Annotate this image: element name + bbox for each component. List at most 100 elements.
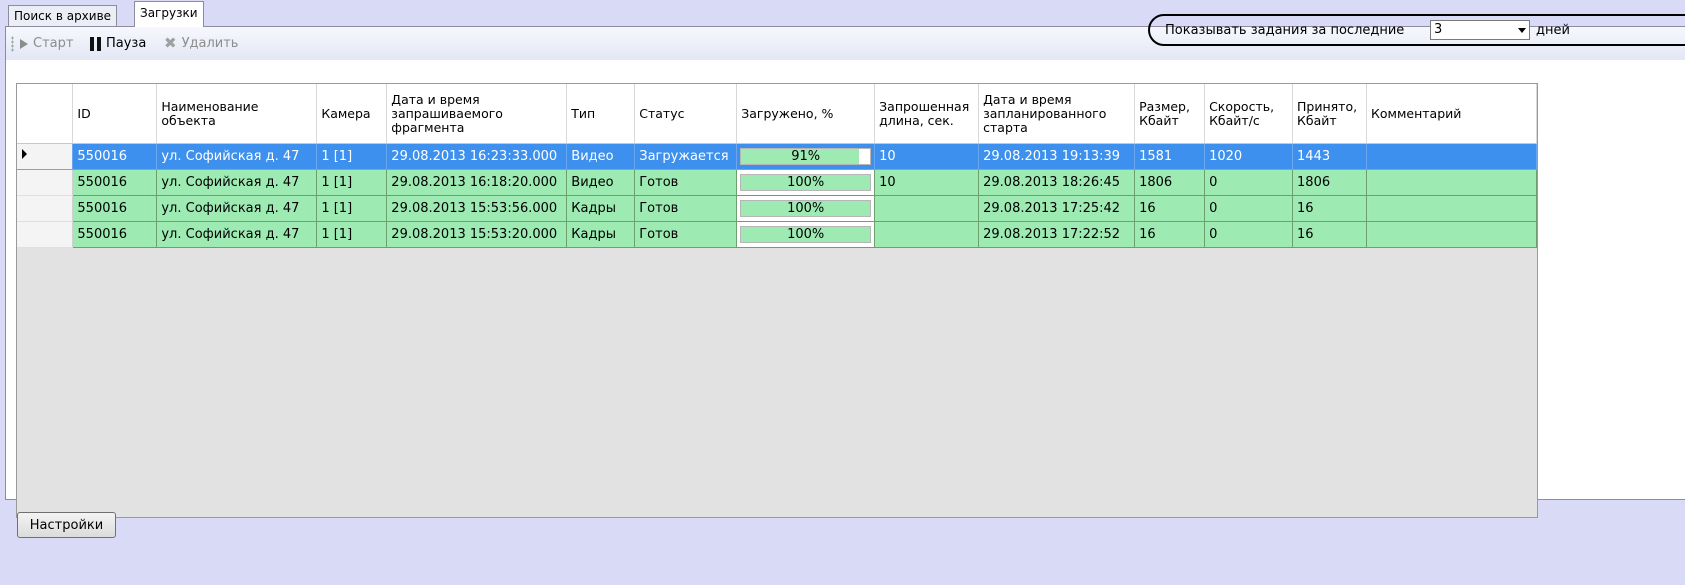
cell-type: Видео [566,169,636,196]
pause-label: Пауза [106,36,147,51]
cell-fragment-time: 29.08.2013 16:18:20.000 [386,169,568,196]
cell-speed: 1020 [1204,143,1294,170]
cell-length: 10 [874,169,980,196]
cell-object: ул. Софийская д. 47 [156,221,318,248]
chevron-down-icon[interactable] [1518,28,1526,33]
play-icon [20,38,28,49]
tab-downloads[interactable]: Загрузки [134,1,204,27]
progress-label: 91% [791,149,821,164]
progress-bar: 91% [740,148,872,165]
cell-length: 10 [874,143,980,170]
table-row[interactable]: 550016 ул. Софийская д. 47 1 [1] 29.08.2… [17,195,1537,222]
cell-object: ул. Софийская д. 47 [156,195,318,222]
progress-bar: 100% [740,200,872,217]
row-header-corner [17,84,74,144]
cell-id: 550016 [72,221,158,248]
downloads-panel: Старт Пауза ✖ Удалить ID Наименование об… [5,26,1685,518]
settings-button[interactable]: Настройки [17,512,116,538]
row-header[interactable] [17,143,74,170]
column-header-type[interactable]: Тип [566,84,636,144]
cell-comment [1366,143,1537,170]
cell-fragment-time: 29.08.2013 15:53:56.000 [386,195,568,222]
cell-start-time: 29.08.2013 17:22:52 [978,221,1136,248]
progress-label: 100% [787,175,825,190]
cell-speed: 0 [1204,221,1294,248]
column-header-received[interactable]: Принято, Кбайт [1292,84,1368,144]
column-header-comment[interactable]: Комментарий [1366,84,1537,144]
toolbar-grip[interactable] [11,36,14,52]
cell-size: 1806 [1134,169,1206,196]
start-label: Старт [33,36,74,51]
cell-progress: 91% [736,143,876,170]
cell-status: Загружается [634,143,738,170]
cell-length [874,195,980,222]
cell-id: 550016 [72,169,158,196]
cell-length [874,221,980,248]
cell-id: 550016 [72,143,158,170]
cell-speed: 0 [1204,195,1294,222]
row-header[interactable] [17,221,74,248]
cell-camera: 1 [1] [316,169,388,196]
column-header-fragment-time[interactable]: Дата и время запрашиваемого фрагмента [386,84,568,144]
delete-button[interactable]: ✖ Удалить [164,27,238,60]
table-row[interactable]: 550016 ул. Софийская д. 47 1 [1] 29.08.2… [17,143,1537,170]
cell-type: Видео [566,143,636,170]
cell-size: 16 [1134,195,1206,222]
cell-progress: 100% [736,195,876,222]
days-dropdown-value: 3 [1434,22,1443,37]
delete-label: Удалить [181,36,239,51]
progress-bar: 100% [740,174,872,191]
column-header-speed[interactable]: Скорость, Кбайт/с [1204,84,1294,144]
cell-comment [1366,221,1537,248]
cell-received: 16 [1292,221,1368,248]
column-header-object[interactable]: Наименование объекта [156,84,318,144]
column-header-start-time[interactable]: Дата и время запланированного старта [978,84,1136,144]
cell-size: 1581 [1134,143,1206,170]
cell-start-time: 29.08.2013 19:13:39 [978,143,1136,170]
progress-label: 100% [787,227,825,242]
cell-status: Готов [634,169,738,196]
cell-camera: 1 [1] [316,143,388,170]
pause-button[interactable]: Пауза [90,27,146,60]
tab-archive-search[interactable]: Поиск в архиве [8,5,118,26]
cell-comment [1366,195,1537,222]
column-header-size[interactable]: Размер, Кбайт [1134,84,1206,144]
pause-icon [90,36,101,51]
cell-object: ул. Софийская д. 47 [156,143,318,170]
cell-camera: 1 [1] [316,221,388,248]
days-dropdown[interactable]: 3 [1430,20,1530,40]
row-header[interactable] [17,169,74,196]
cell-received: 1806 [1292,169,1368,196]
cell-start-time: 29.08.2013 18:26:45 [978,169,1136,196]
cell-size: 16 [1134,221,1206,248]
start-button[interactable]: Старт [20,27,73,60]
cell-status: Готов [634,195,738,222]
table-row[interactable]: 550016 ул. Софийская д. 47 1 [1] 29.08.2… [17,221,1537,248]
cell-comment [1366,169,1537,196]
table-row[interactable]: 550016 ул. Софийская д. 47 1 [1] 29.08.2… [17,169,1537,196]
cell-progress: 100% [736,221,876,248]
cell-progress: 100% [736,169,876,196]
cell-fragment-time: 29.08.2013 16:23:33.000 [386,143,568,170]
column-header-camera[interactable]: Камера [316,84,388,144]
progress-label: 100% [787,201,825,216]
column-header-length[interactable]: Запрошенная длина, сек. [874,84,980,144]
cell-type: Кадры [566,195,636,222]
column-header-id[interactable]: ID [72,84,158,144]
row-header[interactable] [17,195,74,222]
column-header-progress[interactable]: Загружено, % [736,84,876,144]
downloads-table[interactable]: ID Наименование объекта Камера Дата и вр… [16,83,1538,518]
filter-label: Показывать задания за последние [1165,23,1405,38]
current-row-pointer-icon [22,149,27,159]
cell-start-time: 29.08.2013 17:25:42 [978,195,1136,222]
cell-id: 550016 [72,195,158,222]
cell-received: 16 [1292,195,1368,222]
cell-object: ул. Софийская д. 47 [156,169,318,196]
column-header-status[interactable]: Статус [634,84,738,144]
progress-bar: 100% [740,226,872,243]
days-unit-label: дней [1536,23,1570,38]
cell-camera: 1 [1] [316,195,388,222]
cell-fragment-time: 29.08.2013 15:53:20.000 [386,221,568,248]
cell-status: Готов [634,221,738,248]
cell-type: Кадры [566,221,636,248]
